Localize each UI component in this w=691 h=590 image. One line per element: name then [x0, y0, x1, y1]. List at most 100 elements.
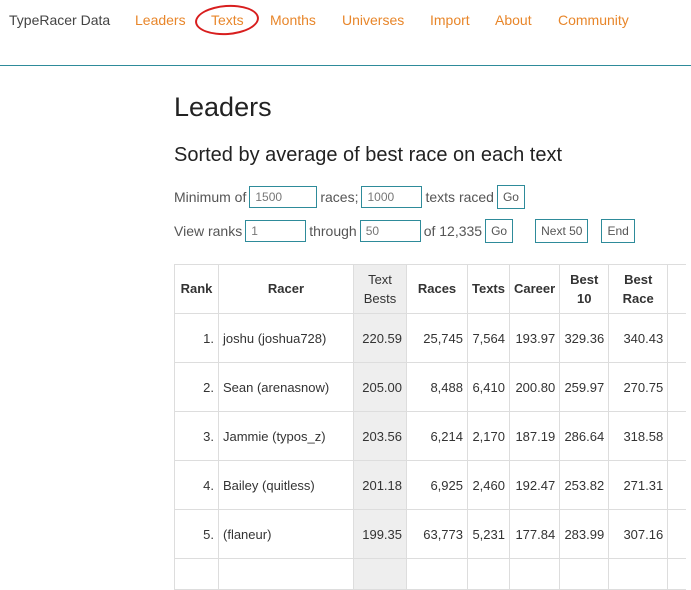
leaders-table: Rank Racer Text Bests Races Texts Career … — [174, 264, 687, 590]
nav-about[interactable]: About — [495, 12, 532, 28]
cell-text-bests — [353, 558, 407, 590]
cell-best-race: 271.31 — [608, 460, 669, 510]
cell-overflow — [667, 558, 687, 590]
cell-racer[interactable]: Jammie (typos_z) — [218, 411, 354, 461]
cell-racer[interactable]: joshu (joshua728) — [218, 313, 354, 363]
cell-rank: 3. — [174, 411, 219, 461]
cell-rank — [174, 558, 219, 590]
header-best-race[interactable]: Best Race — [608, 264, 669, 314]
cell-rank: 2. — [174, 362, 219, 412]
cell-races: 6,925 — [406, 460, 468, 510]
cell-races — [406, 558, 468, 590]
header-text-bests-line2: Bests — [363, 291, 397, 306]
cell-best-race: 318.58 — [608, 411, 669, 461]
cell-overflow — [667, 362, 687, 412]
cell-best-10 — [559, 558, 610, 590]
cell-texts: 2,460 — [467, 460, 510, 510]
table-header-row: Rank Racer Text Bests Races Texts Career … — [174, 264, 687, 314]
view-ranks-label: View ranks — [174, 223, 243, 239]
nav-universes[interactable]: Universes — [342, 12, 404, 28]
cell-best-10: 253.82 — [559, 460, 610, 510]
header-racer[interactable]: Racer — [218, 264, 354, 314]
cell-overflow — [667, 313, 687, 363]
cell-text-bests: 220.59 — [353, 313, 407, 363]
cell-rank: 5. — [174, 509, 219, 559]
ranks-go-button[interactable]: Go — [485, 219, 514, 243]
cell-texts: 2,170 — [467, 411, 510, 461]
header-races[interactable]: Races — [406, 264, 468, 314]
header-rank[interactable]: Rank — [174, 264, 219, 314]
rank-from-input[interactable] — [245, 220, 307, 242]
cell-texts — [467, 558, 510, 590]
cell-texts: 5,231 — [467, 509, 510, 559]
cell-overflow — [667, 509, 687, 559]
min-prefix-label: Minimum of — [174, 189, 247, 205]
red-annotation-circle — [194, 2, 260, 38]
cell-racer[interactable]: Sean (arenasnow) — [218, 362, 354, 412]
cell-text-bests: 203.56 — [353, 411, 407, 461]
nav-months[interactable]: Months — [270, 12, 316, 28]
cell-races: 6,214 — [406, 411, 468, 461]
total-count-label: of 12,335 — [423, 223, 483, 239]
header-best-10-line2: 10 — [576, 291, 592, 306]
table-row: 5. (flaneur) 199.35 63,773 5,231 177.84 … — [174, 509, 687, 559]
header-career[interactable]: Career — [508, 264, 561, 314]
page-title: Leaders — [174, 92, 272, 122]
header-texts[interactable]: Texts — [467, 264, 510, 314]
table-row: 2. Sean (arenasnow) 205.00 8,488 6,410 2… — [174, 362, 687, 412]
cell-best-race: 340.43 — [608, 313, 669, 363]
cell-career: 200.80 — [508, 362, 561, 412]
cell-career: 177.84 — [508, 509, 561, 559]
nav-leaders[interactable]: Leaders — [135, 12, 186, 28]
through-label: through — [309, 223, 357, 239]
end-button[interactable]: End — [601, 219, 635, 243]
header-best-10[interactable]: Best 10 — [559, 264, 610, 314]
nav-import[interactable]: Import — [430, 12, 470, 28]
header-best-10-line1: Best — [570, 271, 599, 287]
cell-best-race: 307.16 — [608, 509, 669, 559]
table-row: 1. joshu (joshua728) 220.59 25,745 7,564… — [174, 313, 687, 363]
min-races-input[interactable] — [249, 186, 318, 208]
cell-best-race: 270.75 — [608, 362, 669, 412]
cell-text-bests: 199.35 — [353, 509, 407, 559]
cell-text-bests: 201.18 — [353, 460, 407, 510]
cell-career: 192.47 — [508, 460, 561, 510]
table-row: 3. Jammie (typos_z) 203.56 6,214 2,170 1… — [174, 411, 687, 461]
texts-raced-label: texts raced — [425, 189, 494, 205]
next-50-button[interactable]: Next 50 — [535, 219, 589, 243]
cell-career: 193.97 — [508, 313, 561, 363]
cell-texts: 6,410 — [467, 362, 510, 412]
table-row-partial — [174, 558, 687, 590]
cell-best-10: 259.97 — [559, 362, 610, 412]
cell-rank: 4. — [174, 460, 219, 510]
header-text-bests[interactable]: Text Bests — [353, 264, 407, 314]
min-texts-input[interactable] — [361, 186, 423, 208]
cell-best-10: 286.64 — [559, 411, 610, 461]
header-best-race-line2: Race — [622, 291, 654, 306]
cell-racer[interactable]: (flaneur) — [218, 509, 354, 559]
cell-best-10: 329.36 — [559, 313, 610, 363]
header-text-bests-line1: Text — [368, 271, 392, 287]
cell-overflow — [667, 411, 687, 461]
navbar: TypeRacer Data Leaders Texts Months Univ… — [0, 0, 691, 66]
page-subtitle: Sorted by average of best race on each t… — [174, 144, 563, 166]
rank-to-input[interactable] — [359, 220, 421, 242]
cell-rank: 1. — [174, 313, 219, 363]
table-row: 4. Bailey (quitless) 201.18 6,925 2,460 … — [174, 460, 687, 510]
rank-range-row: View ranks through of 12,335 Go Next 50 … — [174, 219, 635, 243]
minimum-filter-row: Minimum of races; texts raced Go — [174, 185, 525, 209]
cell-races: 8,488 — [406, 362, 468, 412]
cell-races: 25,745 — [406, 313, 468, 363]
cell-racer[interactable]: Bailey (quitless) — [218, 460, 354, 510]
filter-go-button[interactable]: Go — [496, 185, 525, 209]
cell-racer — [218, 558, 354, 590]
brand-link[interactable]: TypeRacer Data — [9, 12, 110, 28]
cell-races: 63,773 — [406, 509, 468, 559]
cell-overflow — [667, 460, 687, 510]
cell-career — [508, 558, 561, 590]
cell-best-10: 283.99 — [559, 509, 610, 559]
cell-career: 187.19 — [508, 411, 561, 461]
races-label: races; — [320, 189, 359, 205]
nav-community[interactable]: Community — [558, 12, 629, 28]
header-overflow-column — [667, 264, 687, 314]
